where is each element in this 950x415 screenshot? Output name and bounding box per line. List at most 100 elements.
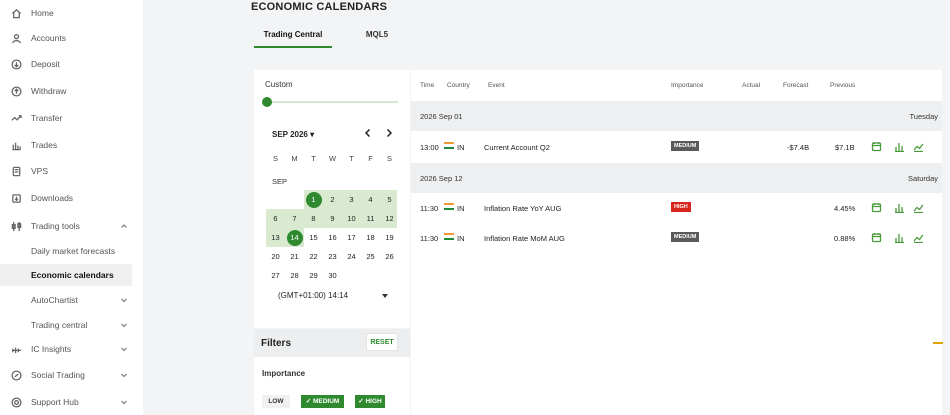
sidebar: Home Accounts Deposit Withdraw Transfer …: [0, 0, 143, 415]
calendar-day[interactable]: 30: [323, 266, 342, 285]
line-chart-icon[interactable]: [913, 141, 924, 153]
timezone-select[interactable]: (GMT+01:00) 14:14: [278, 291, 388, 305]
calendar-day[interactable]: 21: [285, 247, 304, 266]
calendar-day[interactable]: 25: [361, 247, 380, 266]
event-name[interactable]: Inflation Rate MoM AUG: [484, 234, 565, 243]
calendar-day[interactable]: 6: [266, 209, 285, 228]
next-month-button[interactable]: [384, 128, 396, 140]
sidebar-item-daily-market-forecasts[interactable]: Daily market forecasts: [0, 240, 143, 262]
sidebar-item-trading-central[interactable]: Trading central: [0, 314, 143, 336]
col-header-actual: Actual: [742, 82, 761, 89]
calendar-day[interactable]: 13: [266, 228, 285, 247]
calendar-day[interactable]: 7: [285, 209, 304, 228]
sidebar-item-vps[interactable]: VPS: [0, 160, 143, 182]
calendar-day[interactable]: 17: [342, 228, 361, 247]
calendar-day[interactable]: 19: [380, 228, 399, 247]
weekday-label: T: [311, 154, 316, 163]
add-to-calendar-icon[interactable]: [871, 232, 882, 243]
filters-title: Filters: [261, 338, 292, 349]
reset-button[interactable]: RESET: [366, 333, 398, 351]
sidebar-item-support-hub[interactable]: Support Hub: [0, 391, 143, 413]
sidebar-item-autochartist[interactable]: AutoChartist: [0, 289, 143, 311]
prev-month-button[interactable]: [363, 128, 375, 140]
chevron-down-icon: [120, 398, 128, 406]
table-row[interactable]: 11:30 IN Inflation Rate MoM AUG MEDIUM 0…: [411, 223, 942, 253]
timezone-value: (GMT+01:00) 14:14: [278, 291, 349, 300]
event-country: IN: [457, 204, 465, 213]
calendar-day[interactable]: 28: [285, 266, 304, 285]
sidebar-item-withdraw[interactable]: Withdraw: [0, 80, 143, 102]
tab-trading-central[interactable]: Trading Central: [254, 30, 332, 48]
table-row[interactable]: 11:30 IN Inflation Rate YoY AUG HIGH 4.4…: [411, 193, 942, 223]
calendar-day[interactable]: 8: [304, 209, 323, 228]
chevron-down-icon: ▾: [310, 130, 315, 139]
line-chart-icon[interactable]: [913, 202, 924, 214]
add-to-calendar-icon[interactable]: [871, 202, 882, 213]
line-chart-icon[interactable]: [913, 232, 924, 244]
calendar-day[interactable]: 3: [342, 190, 361, 209]
social-icon: [10, 369, 22, 381]
calendar-day[interactable]: 29: [304, 266, 323, 285]
bar-chart-icon[interactable]: [894, 232, 905, 244]
calendar-day-selected[interactable]: 14: [286, 229, 303, 246]
calendar-day[interactable]: 24: [342, 247, 361, 266]
chevron-left-icon: [364, 128, 371, 138]
event-country: IN: [457, 234, 465, 243]
sidebar-item-home[interactable]: Home: [0, 2, 143, 24]
calendar-day[interactable]: 22: [304, 247, 323, 266]
filters-panel: Filters RESET Importance LOW ✓ MEDIUM ✓ …: [254, 329, 410, 415]
trades-icon: [10, 139, 22, 151]
tab-mql5[interactable]: MQL5: [352, 30, 402, 48]
importance-chip-high[interactable]: ✓ HIGH: [355, 395, 385, 408]
sidebar-item-deposit[interactable]: Deposit: [0, 53, 143, 75]
calendar-day[interactable]: 11: [361, 209, 380, 228]
calendar-day[interactable]: 9: [323, 209, 342, 228]
server-icon: [10, 165, 22, 177]
month-label: SEP 2026: [272, 130, 308, 139]
calendar-day-selected[interactable]: 1: [305, 191, 322, 208]
calendar-day[interactable]: 26: [380, 247, 399, 266]
sidebar-item-trades[interactable]: Trades: [0, 134, 143, 156]
event-name[interactable]: Inflation Rate YoY AUG: [484, 204, 561, 213]
importance-chip-low[interactable]: LOW: [262, 395, 290, 408]
calendar-day[interactable]: 15: [304, 228, 323, 247]
table-row[interactable]: 13:00 IN Current Account Q2 MEDIUM -$7.4…: [411, 132, 942, 162]
importance-chip-medium[interactable]: ✓ MEDIUM: [301, 395, 344, 408]
date-group-header: 2026 Sep 12 Saturday: [411, 163, 942, 193]
calendar-day[interactable]: 16: [323, 228, 342, 247]
sidebar-item-transfer[interactable]: Transfer: [0, 107, 143, 129]
event-previous: 0.88%: [834, 234, 856, 243]
date-group-header: 2026 Sep 01 Tuesday: [411, 101, 942, 131]
chevron-right-icon: [386, 128, 393, 138]
month-selector[interactable]: SEP 2026 ▾: [272, 130, 314, 139]
calendar-day[interactable]: 2: [323, 190, 342, 209]
event-name[interactable]: Current Account Q2: [484, 143, 550, 152]
sidebar-item-trading-tools[interactable]: Trading tools: [0, 215, 143, 237]
sidebar-item-social-trading[interactable]: Social Trading: [0, 364, 143, 386]
range-slider-handle[interactable]: [262, 97, 272, 107]
month-short-label: SEP: [272, 177, 288, 186]
event-previous: 4.45%: [834, 204, 856, 213]
bar-chart-icon[interactable]: [894, 141, 905, 153]
tools-icon: [10, 220, 22, 232]
calendar-day[interactable]: 5: [380, 190, 399, 209]
calendar-day[interactable]: 12: [380, 209, 399, 228]
importance-badge: HIGH: [671, 202, 691, 212]
calendar-day[interactable]: 27: [266, 266, 285, 285]
sidebar-item-economic-calendars[interactable]: Economic calendars: [0, 264, 132, 286]
calendar-day[interactable]: 23: [323, 247, 342, 266]
bar-chart-icon[interactable]: [894, 202, 905, 214]
sidebar-item-accounts[interactable]: Accounts: [0, 27, 143, 49]
calendar-day[interactable]: 10: [342, 209, 361, 228]
sidebar-item-downloads[interactable]: Downloads: [0, 187, 143, 209]
sidebar-item-ic-insights[interactable]: IC Insights: [0, 338, 143, 360]
calendar-day[interactable]: 20: [266, 247, 285, 266]
range-slider-track[interactable]: [268, 101, 398, 103]
importance-badge: MEDIUM: [671, 141, 700, 151]
calendar-day[interactable]: 4: [361, 190, 380, 209]
add-to-calendar-icon[interactable]: [871, 141, 882, 152]
weekday-label: M: [291, 154, 298, 163]
importance-label: Importance: [262, 369, 306, 378]
calendar-day[interactable]: 18: [361, 228, 380, 247]
india-flag-icon: [444, 233, 454, 240]
